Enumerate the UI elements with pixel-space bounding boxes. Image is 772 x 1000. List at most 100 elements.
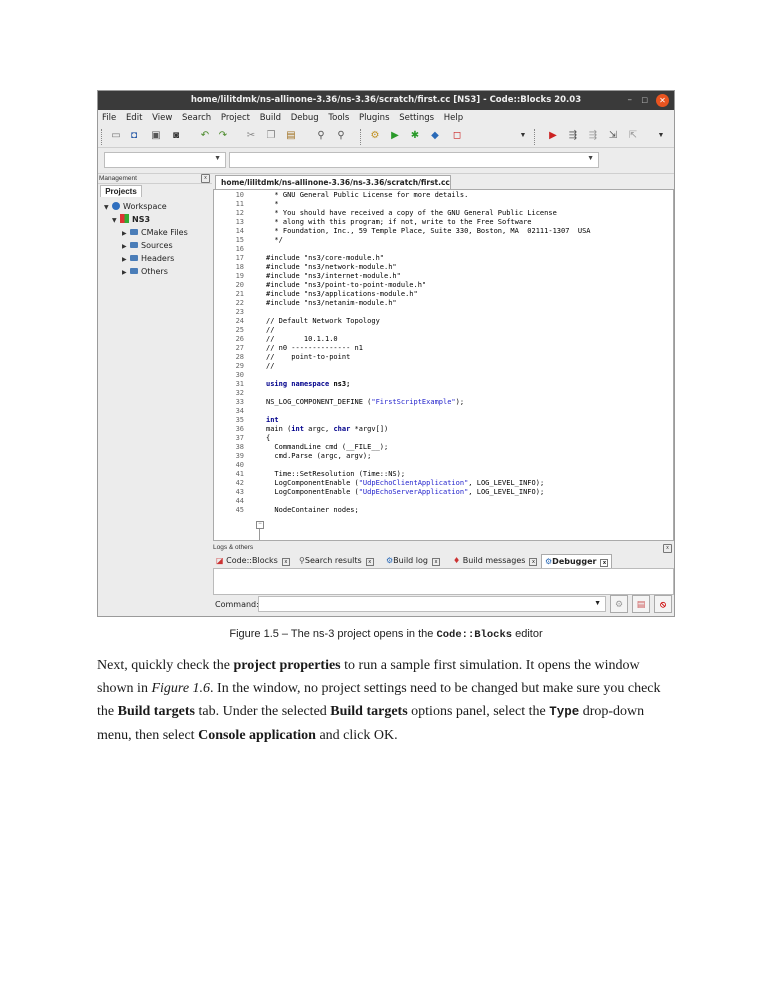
clear-output-button[interactable]: ▤ bbox=[632, 595, 650, 613]
line-number: 28 bbox=[235, 353, 244, 361]
menu-plugins[interactable]: Plugins bbox=[359, 113, 389, 123]
line-number: 27 bbox=[235, 344, 244, 352]
paste-icon[interactable]: ▤ bbox=[286, 131, 296, 141]
line-text: cmd.Parse (argc, argv); bbox=[266, 452, 372, 460]
chevron-down-icon[interactable]: ▼ bbox=[104, 202, 112, 214]
line-text: // Default Network Topology bbox=[266, 317, 380, 325]
open-file-icon[interactable]: ◘ bbox=[129, 131, 139, 141]
run-icon[interactable]: ▶ bbox=[390, 131, 400, 141]
tab-build-log[interactable]: ⚙Build log x bbox=[386, 554, 440, 568]
close-icon[interactable]: x bbox=[600, 559, 609, 567]
tab-projects[interactable]: Projects bbox=[100, 185, 142, 197]
line-text: NodeContainer nodes; bbox=[266, 506, 359, 514]
close-icon[interactable]: x bbox=[201, 174, 210, 183]
redo-icon[interactable]: ↷ bbox=[218, 131, 228, 141]
tab-codeblocks-log[interactable]: ◪ Code::Blocks x bbox=[216, 554, 290, 568]
main-toolbar: ▭ ◘ ▣ ◙ ↶ ↷ ✂ ❐ ▤ ⚲ ⚲ ⚙ ▶ ✱ ◆ ◻ ▼ ▶ ⇶ ⇶ … bbox=[98, 126, 674, 148]
menu-build[interactable]: Build bbox=[260, 113, 281, 123]
paragraph-line: shown in Figure 1.6. In the window, no p… bbox=[97, 681, 661, 696]
next-line-icon[interactable]: ⇶ bbox=[588, 131, 598, 141]
tree-item-ns3[interactable]: ▼ NS3 bbox=[112, 214, 150, 227]
menu-edit[interactable]: Edit bbox=[126, 113, 142, 123]
build-target-dropdown-icon[interactable]: ▼ bbox=[518, 131, 528, 141]
tab-debugger[interactable]: ⚙Debugger x bbox=[541, 554, 613, 569]
code-editor[interactable]: 10 * GNU General Public License for more… bbox=[213, 189, 674, 541]
close-button[interactable]: ✕ bbox=[656, 94, 669, 107]
line-number: 10 bbox=[235, 191, 244, 199]
line-number: 12 bbox=[235, 209, 244, 217]
new-file-icon[interactable]: ▭ bbox=[111, 131, 121, 141]
save-all-icon[interactable]: ◙ bbox=[171, 131, 181, 141]
send-command-button[interactable]: ⚙ bbox=[610, 595, 628, 613]
close-icon[interactable]: x bbox=[663, 544, 672, 553]
tab-search-results[interactable]: ⚲Search results x bbox=[299, 554, 374, 568]
menu-search[interactable]: Search bbox=[182, 113, 211, 123]
cut-icon[interactable]: ✂ bbox=[246, 131, 256, 141]
copy-icon[interactable]: ❐ bbox=[266, 131, 276, 141]
toolbar-grip[interactable] bbox=[101, 129, 104, 145]
code-line: 11 * bbox=[214, 200, 279, 209]
chevron-right-icon[interactable]: ▶ bbox=[122, 254, 130, 266]
close-icon[interactable]: x bbox=[281, 558, 290, 566]
step-into-icon[interactable]: ⇲ bbox=[608, 131, 618, 141]
find-icon[interactable]: ⚲ bbox=[316, 131, 326, 141]
line-text: #include "ns3/core-module.h" bbox=[266, 254, 385, 262]
line-text: #include "ns3/netanim-module.h" bbox=[266, 299, 397, 307]
line-number: 21 bbox=[235, 290, 244, 298]
scope-select[interactable]: ▼ bbox=[104, 152, 226, 168]
line-number: 17 bbox=[235, 254, 244, 262]
logs-panel-header: Logs & others x bbox=[213, 543, 674, 553]
chevron-right-icon[interactable]: ▶ bbox=[122, 267, 130, 279]
menu-file[interactable]: File bbox=[102, 113, 116, 123]
tree-item-headers[interactable]: ▶ Headers bbox=[122, 253, 174, 266]
line-number: 19 bbox=[235, 272, 244, 280]
step-out-icon[interactable]: ⇱ bbox=[628, 131, 638, 141]
tree-item-cmake-files[interactable]: ▶ CMake Files bbox=[122, 227, 188, 240]
close-icon[interactable]: x bbox=[529, 558, 538, 566]
debug-icon[interactable]: ▶ bbox=[548, 131, 558, 141]
code-line: 14 * Foundation, Inc., 59 Temple Place, … bbox=[214, 227, 591, 236]
chevron-down-icon[interactable]: ▼ bbox=[112, 215, 120, 227]
tab-build-messages[interactable]: ♦ Build messages x bbox=[453, 554, 538, 568]
minimize-button[interactable]: – bbox=[628, 91, 633, 110]
menu-debug[interactable]: Debug bbox=[291, 113, 319, 123]
chevron-down-icon[interactable]: ▼ bbox=[594, 600, 601, 607]
command-input[interactable]: ▼ bbox=[258, 596, 606, 612]
abort-icon[interactable]: ◻ bbox=[452, 131, 462, 141]
rebuild-icon[interactable]: ◆ bbox=[430, 131, 440, 141]
maximize-button[interactable]: □ bbox=[641, 91, 648, 110]
fold-toggle-icon[interactable]: − bbox=[256, 521, 264, 529]
tree-item-sources[interactable]: ▶ Sources bbox=[122, 240, 173, 253]
line-text: // 10.1.1.0 bbox=[266, 335, 338, 343]
caption-code: Code::Blocks bbox=[436, 629, 513, 641]
menu-tools[interactable]: Tools bbox=[328, 113, 349, 123]
build-run-icon[interactable]: ✱ bbox=[410, 131, 420, 141]
build-icon[interactable]: ⚙ bbox=[370, 131, 380, 141]
chevron-right-icon[interactable]: ▶ bbox=[122, 241, 130, 253]
debug-menu-dropdown-icon[interactable]: ▼ bbox=[656, 131, 666, 141]
menu-settings[interactable]: Settings bbox=[399, 113, 434, 123]
chevron-right-icon[interactable]: ▶ bbox=[122, 228, 130, 240]
line-number: 45 bbox=[235, 506, 244, 514]
code-line: 33 NS_LOG_COMPONENT_DEFINE ("FirstScriptE… bbox=[214, 398, 465, 407]
function-select[interactable]: ▼ bbox=[229, 152, 599, 168]
undo-icon[interactable]: ↶ bbox=[200, 131, 210, 141]
close-icon[interactable]: x bbox=[365, 558, 374, 566]
tree-item-workspace[interactable]: ▼ Workspace bbox=[104, 201, 167, 214]
close-icon[interactable]: x bbox=[432, 558, 440, 566]
line-number: 31 bbox=[235, 380, 244, 388]
menu-help[interactable]: Help bbox=[444, 113, 463, 123]
code-line: 10 * GNU General Public License for more… bbox=[214, 191, 469, 200]
folder-icon bbox=[130, 229, 138, 235]
menu-view[interactable]: View bbox=[152, 113, 172, 123]
paragraph-line: Next, quickly check the project properti… bbox=[97, 658, 640, 673]
replace-icon[interactable]: ⚲ bbox=[336, 131, 346, 141]
line-number: 39 bbox=[235, 452, 244, 460]
management-title: Management bbox=[99, 175, 137, 182]
tree-item-others[interactable]: ▶ Others bbox=[122, 266, 168, 279]
run-to-cursor-icon[interactable]: ⇶ bbox=[568, 131, 578, 141]
menu-project[interactable]: Project bbox=[221, 113, 250, 123]
editor-tab-first-cc[interactable]: home/lilitdmk/ns-allinone-3.36/ns-3.36/s… bbox=[215, 175, 451, 202]
save-icon[interactable]: ▣ bbox=[151, 131, 161, 141]
stop-button[interactable]: ⦸ bbox=[654, 595, 672, 613]
